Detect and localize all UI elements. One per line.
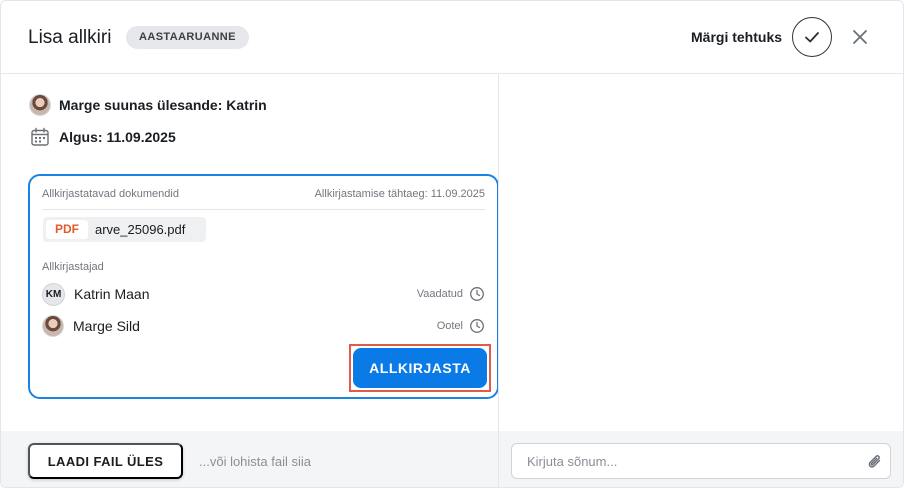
clock-icon — [469, 318, 485, 334]
signer-status: Vaadatud — [416, 288, 463, 300]
check-icon — [805, 32, 819, 43]
paperclip-icon[interactable] — [865, 452, 885, 472]
pdf-tag: PDF — [46, 220, 88, 239]
avatar — [42, 315, 64, 337]
start-date-text: Algus: 11.09.2025 — [59, 129, 176, 145]
signer-name: Marge Sild — [73, 318, 140, 334]
signers-label: Allkirjastajad — [42, 261, 104, 273]
signer-name: Katrin Maan — [74, 286, 150, 302]
sign-button[interactable]: ALLKIRJASTA — [353, 348, 487, 388]
signing-card: Allkirjastatavad dokumendid Allkirjastam… — [28, 174, 499, 399]
avatar-initials: KM — [42, 282, 65, 306]
close-button[interactable] — [848, 25, 872, 49]
message-bar — [499, 431, 903, 487]
signer-row: Marge Sild Ootel — [42, 314, 485, 338]
documents-label: Allkirjastatavad dokumendid — [42, 188, 179, 200]
add-signature-modal: Lisa allkiri AASTAARUANNE Märgi tehtuks … — [0, 0, 904, 488]
modal-header: Lisa allkiri AASTAARUANNE Märgi tehtuks — [1, 1, 903, 74]
modal-title: Lisa allkiri — [28, 27, 112, 48]
drop-hint: ...või lohista fail siia — [199, 454, 311, 469]
assigned-row: Marge suunas ülesande: Katrin — [29, 94, 267, 116]
signer-status: Ootel — [436, 320, 463, 332]
panel-divider — [498, 74, 499, 487]
mark-done-button[interactable] — [792, 17, 832, 57]
close-icon — [853, 30, 867, 44]
assigned-text: Marge suunas ülesande: Katrin — [59, 97, 267, 113]
start-date-row: Algus: 11.09.2025 — [29, 126, 176, 148]
clock-icon — [469, 286, 485, 302]
card-header: Allkirjastatavad dokumendid Allkirjastam… — [42, 188, 485, 210]
upload-file-button[interactable]: LAADI FAIL ÜLES — [28, 443, 183, 479]
mark-done-label: Märgi tehtuks — [691, 29, 783, 45]
document-file[interactable]: PDF arve_25096.pdf — [43, 217, 206, 242]
file-name: arve_25096.pdf — [95, 222, 186, 237]
avatar — [29, 94, 51, 116]
category-badge: AASTAARUANNE — [126, 26, 249, 49]
calendar-icon — [31, 127, 49, 146]
message-input[interactable] — [511, 443, 891, 479]
deadline-label: Allkirjastamise tähtaeg: 11.09.2025 — [314, 188, 485, 200]
task-details-panel: Marge suunas ülesande: Katrin Algus: 11.… — [1, 74, 499, 431]
signer-row: KM Katrin Maan Vaadatud — [42, 282, 485, 306]
upload-bar: LAADI FAIL ÜLES ...või lohista fail siia — [1, 431, 498, 487]
